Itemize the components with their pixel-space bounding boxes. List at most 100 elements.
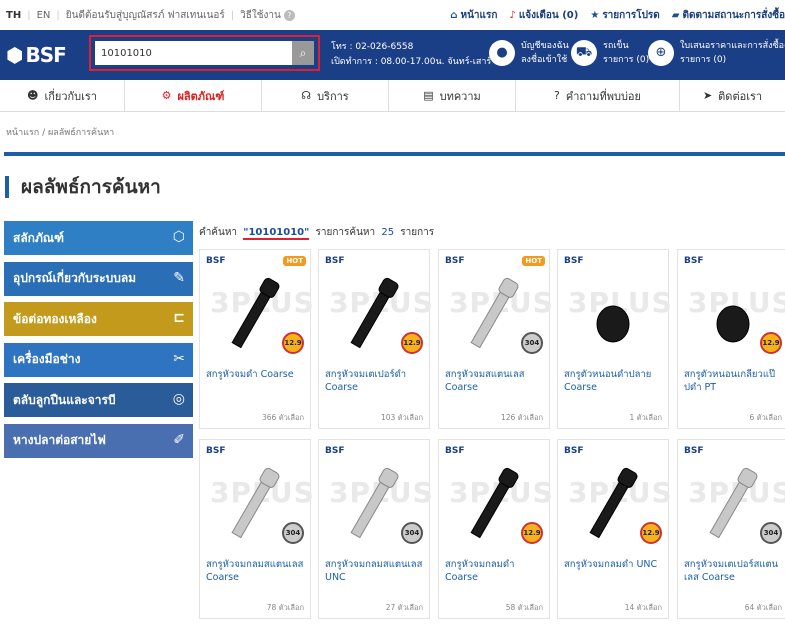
nav-contact[interactable]: ➤ ติดต่อเรา [680,80,785,112]
category-terminals[interactable]: หางปลาต่อสายไฟ ✐ [4,423,193,458]
track-label: ติดตามสถานะการสั่งซื้อ [682,9,785,21]
category-fasteners[interactable]: สลักภัณฑ์ ⬡ [4,221,193,255]
product-image[interactable] [469,462,519,544]
main-header: ⬢ BSF ⌕ โทร : 02-026-6558 เปิดทำการ : 08… [0,30,785,80]
product-card[interactable]: BSF3PLUS304สกรูหัวจมกลมสแตนเลส Coarse78 … [199,439,314,619]
product-name[interactable]: สกรูหัวจมเตเปอร์ดำ Coarse [325,368,427,394]
product-card[interactable]: BSF3PLUS12.9สกรูหัวจมเตเปอร์ดำ Coarse103… [318,249,433,429]
product-name[interactable]: สกรูหัวจมสแตนเลส Coarse [445,368,547,394]
product-card[interactable]: BSF 3PLUS สกรูตัวหนอนดำปลาย Coarse 1 ตัวเลื… [557,249,672,429]
nav-services[interactable]: ☊ บริการ [262,79,389,112]
product-image[interactable] [349,272,399,354]
option-count: 78 ตัวเลือก [266,603,304,612]
category-sidebar: สลักภัณฑ์ ⬡ อุปกรณ์เกี่ยวกับระบบลม ✎ ข้อต่… [4,221,193,464]
bolt-icon: ⚙ [161,89,172,102]
product-image[interactable] [708,462,758,544]
track-order-link[interactable]: ▰ ติดตามสถานะการสั่งซื้อ [672,8,785,23]
nav-label: คำถามที่พบบ่อย [565,89,641,103]
wrench-icon: ✂ [173,350,185,367]
login-label: ลงชื่อเข้าใช้ [521,55,568,65]
nav-label: บริการ [317,89,349,103]
product-card[interactable]: BSFHOT3PLUS12.9สกรูหัวจมดำ Coarse366 ตัว… [199,249,314,429]
product-name[interactable]: สกรูตัวหนอนดำปลาย Coarse [564,368,666,394]
howto-link[interactable]: วิธีใช้งาน [240,8,281,23]
option-count: 64 ตัวเลือก [744,603,782,612]
notify-link[interactable]: ♪ แจ้งเตือน (0) [509,8,578,23]
product-name[interactable]: สกรูตัวหนอนเกลียวแป๊ปดำ PT [684,368,785,394]
brand-logo: BSF [684,256,704,266]
product-image[interactable] [230,272,280,354]
product-card[interactable]: BSF3PLUS304สกรูหัวจมเตเปอร์สแตนเลส Coars… [677,439,785,619]
home-link[interactable]: ⌂ หน้าแรก [450,8,497,23]
product-card[interactable]: BSF 3PLUS 12.9 สกรูตัวหนอนเกลียวแป๊ปดำ PT 6 … [677,249,785,429]
cart-count: รายการ (0) [603,55,650,65]
product-image[interactable] [588,462,638,544]
product-card[interactable]: BSF3PLUS304สกรูหัวจมกลมสแตนเลส UNC27 ตัว… [318,439,433,619]
star-icon: ★ [590,9,600,21]
grade-badge: 304 [760,522,782,544]
nav-articles[interactable]: ▤ บทความ [389,79,516,112]
product-image[interactable] [349,462,399,544]
product-card[interactable]: BSF3PLUS12.9สกรูหัวจมกลมดำ UNC14 ตัวเลือ… [557,439,672,619]
category-label: อุปกรณ์เกี่ยวกับระบบลม [13,271,137,285]
product-name[interactable]: สกรูหัวจมดำ Coarse [206,368,308,381]
lang-th[interactable]: TH [6,10,21,21]
product-image[interactable] [469,272,519,354]
product-name[interactable]: สกรูหัวจมกลมสแตนเลส UNC [325,558,427,584]
brand-logo: BSF [684,446,704,456]
bell-icon: ♪ [509,9,516,21]
grade-badge: 304 [282,522,304,544]
quote-button[interactable]: ⊕ ใบเสนอราคาและการสั่งซื้อด่วนรายการ (0) [648,39,785,67]
product-name[interactable]: สกรูหัวจมกลมสแตนเลส Coarse [206,558,308,584]
brand-logo: BSF [206,256,226,266]
question-icon: ? [554,89,560,102]
category-label: สลักภัณฑ์ [13,230,64,245]
product-name[interactable]: สกรูหัวจมกลมดำ UNC [564,558,666,571]
category-bearings[interactable]: ตลับลูกปืนและจารบี ◎ [4,383,193,417]
product-card[interactable]: BSF3PLUS12.9สกรูหัวจมกลมดำ Coarse58 ตัวเ… [438,439,553,619]
search-input[interactable] [95,41,292,65]
category-tools[interactable]: เครื่องมือช่าง ✂ [4,342,193,377]
results-prefix: คำค้นหา [199,227,238,238]
option-count: 126 ตัวเลือก [501,413,543,422]
brand-logo: BSF [564,446,584,456]
lang-en[interactable]: EN [37,10,51,21]
grade-badge: 12.9 [640,522,662,544]
grade-badge: 12.9 [521,522,543,544]
product-image[interactable] [588,272,638,354]
title-accent-bar [5,176,9,198]
option-count: 14 ตัวเลือก [624,603,662,612]
bsf-logo[interactable]: ⬢ BSF [0,30,82,80]
brand-logo: BSF [445,256,465,266]
search-button[interactable]: ⌕ [292,41,314,65]
home-icon: ⌂ [450,9,458,21]
nut-icon: ⬡ [172,229,185,245]
product-image[interactable] [230,462,280,544]
product-card[interactable]: BSFHOT3PLUS304สกรูหัวจมสแตนเลส Coarse126… [438,249,553,429]
results-query: "10101010" [243,227,310,240]
user-icon: ☻ [27,89,39,102]
notify-label: แจ้งเตือน (0) [518,9,579,21]
product-name[interactable]: สกรูหัวจมเตเปอร์สแตนเลส Coarse [684,558,785,584]
nav-faq[interactable]: ? คำถามที่พบบ่อย [516,79,680,112]
quote-label: ใบเสนอราคาและการสั่งซื้อด่วน [680,41,785,51]
help-icon[interactable]: ? [283,9,295,21]
logo-text: BSF [25,43,66,67]
category-brass-fittings[interactable]: ข้อต่อทองเหลือง ⊏ [4,302,193,336]
nav-about[interactable]: ☻ เกี่ยวกับเรา [0,79,125,112]
cart-button[interactable]: ⛟ รถเข็น รายการ (0) [571,39,649,67]
nav-products[interactable]: ⚙ ผลิตภัณฑ์ [125,79,262,112]
category-pneumatic[interactable]: อุปกรณ์เกี่ยวกับระบบลม ✎ [4,261,193,296]
product-image[interactable] [708,272,758,354]
category-label: ข้อต่อทองเหลือง [13,311,97,326]
send-icon: ➤ [702,89,713,102]
option-count: 103 ตัวเลือก [381,413,423,422]
bearing-icon: ◎ [172,391,185,407]
category-label: เครื่องมือช่าง [13,352,81,366]
account-button[interactable]: ● บัญชีของฉัน ลงชื่อเข้าใช้ [489,39,569,67]
phone-text: โทร : 02-026-6558 [331,42,414,52]
product-name[interactable]: สกรูหัวจมกลมดำ Coarse [445,558,547,584]
category-label: หางปลาต่อสายไฟ [13,433,106,447]
breadcrumb[interactable]: หน้าแรก / ผลลัพธ์การค้นหา [6,125,114,139]
favorites-link[interactable]: ★ รายการโปรด [590,8,659,23]
